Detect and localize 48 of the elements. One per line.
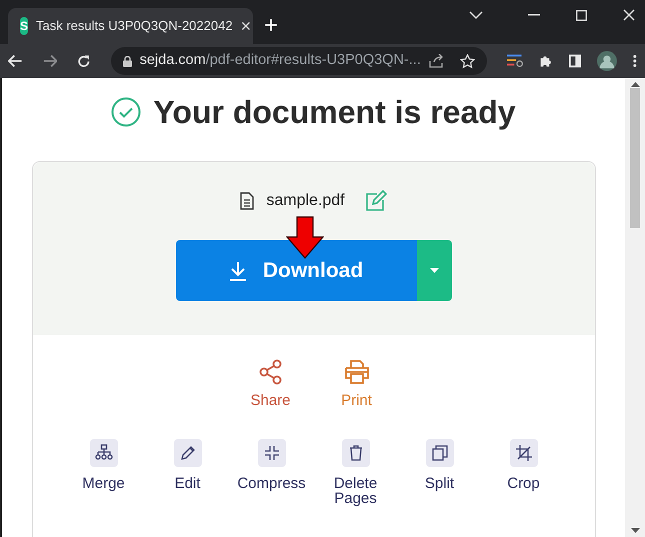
merge-tool[interactable]: Merge	[62, 438, 146, 506]
favicon: S	[20, 17, 28, 35]
compress-tool[interactable]: Compress	[230, 438, 314, 506]
scrollbar[interactable]	[625, 78, 645, 537]
printer-icon	[344, 359, 370, 385]
file-name: sample.pdf	[266, 191, 345, 211]
download-icon	[228, 260, 247, 280]
share-icon[interactable]	[428, 54, 444, 68]
document-icon	[240, 192, 254, 210]
new-tab-button[interactable]: +	[253, 8, 289, 44]
merge-tool-icon	[94, 444, 112, 462]
crop-tool[interactable]: Crop	[482, 438, 566, 506]
puzzle-icon[interactable]	[539, 54, 553, 68]
tab-close-button[interactable]: ×	[240, 17, 252, 35]
menu-icon[interactable]	[633, 54, 638, 68]
url-path: /pdf-editor#results-U3P0Q3QN-...	[206, 52, 421, 68]
url-domain: sejda.com	[140, 52, 206, 68]
page-heading: Your document is ready	[153, 93, 516, 132]
edit-tool-icon	[178, 444, 196, 462]
tab-title: Task results U3P0Q3QN-2022042	[36, 17, 233, 36]
sidebar-icon[interactable]	[568, 54, 582, 68]
edit-tool[interactable]: Edit	[146, 438, 230, 506]
address-bar[interactable]: sejda.com/pdf-editor#results-U3P0Q3QN-...	[110, 47, 487, 75]
delete-pages-tool[interactable]: Delete Pages	[314, 438, 398, 506]
split-tool-icon	[430, 444, 448, 462]
close-icon[interactable]	[623, 9, 635, 21]
back-arrow-icon[interactable]	[8, 54, 22, 68]
profile-avatar-icon[interactable]	[597, 50, 618, 72]
browser-tab[interactable]: S Task results U3P0Q3QN-2022042 ×	[8, 8, 253, 44]
minimize-icon[interactable]	[528, 14, 540, 16]
scrollbar-thumb[interactable]	[630, 88, 640, 228]
share-icon	[258, 359, 282, 385]
reload-icon[interactable]	[77, 54, 91, 68]
down-arrow-icon	[286, 216, 324, 259]
download-button[interactable]: Download	[176, 240, 416, 301]
lock-icon	[122, 56, 132, 66]
scroll-down-icon[interactable]	[630, 528, 640, 533]
star-icon[interactable]	[460, 54, 475, 68]
crop-tool-icon	[514, 444, 532, 462]
extension-icon[interactable]	[506, 53, 524, 69]
split-tool[interactable]: Split	[398, 438, 482, 506]
maximize-icon[interactable]	[576, 10, 587, 20]
compress-tool-icon	[262, 444, 280, 462]
forward-arrow-icon[interactable]	[42, 54, 57, 68]
chevron-down-icon[interactable]	[469, 11, 483, 19]
check-circle-icon	[111, 97, 142, 127]
caret-icon	[430, 268, 438, 273]
share-button[interactable]: Share	[244, 359, 296, 412]
